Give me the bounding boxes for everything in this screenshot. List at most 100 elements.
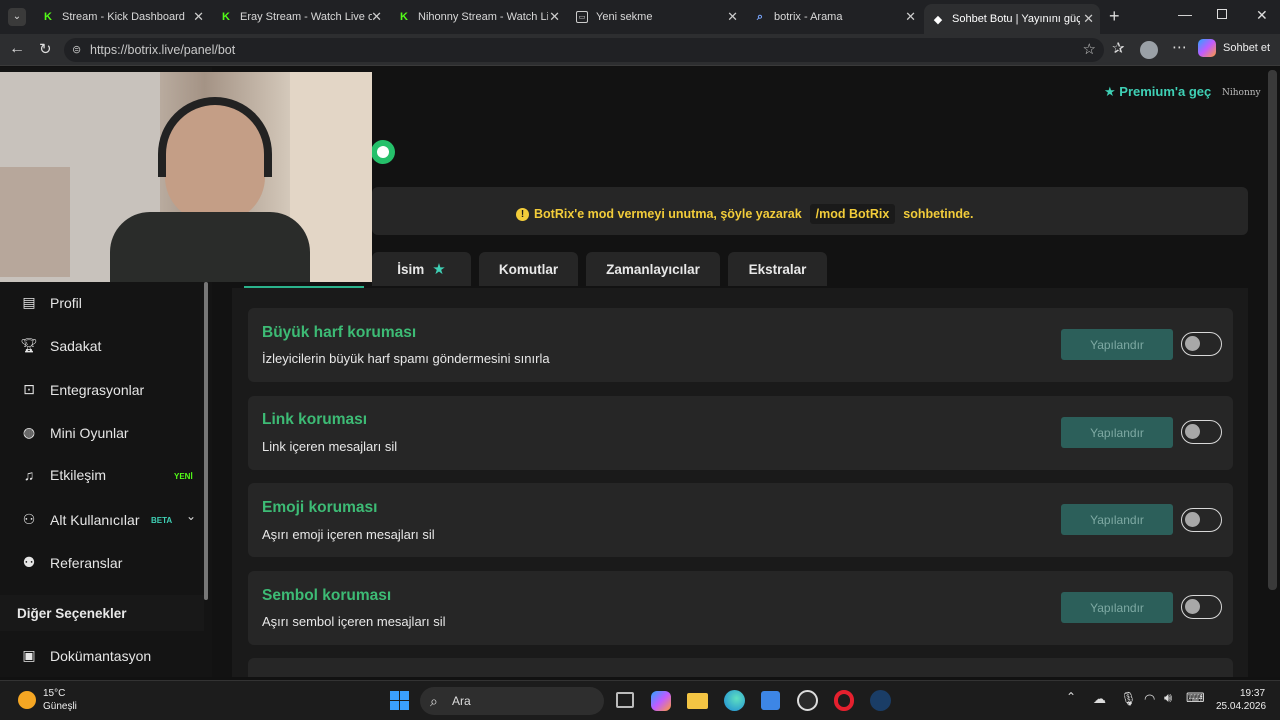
task-view-icon[interactable] (616, 692, 634, 708)
favorites-icon[interactable]: ✰ (1112, 39, 1125, 57)
browser-tab[interactable]: K Nihonny Stream - Watch Live ✕ (390, 4, 566, 30)
browser-tab[interactable]: K Stream - Kick Dashboard ✕ (34, 4, 210, 30)
configure-button[interactable]: Yapılandır (1061, 417, 1173, 448)
windows-start-icon[interactable] (390, 691, 409, 710)
toggle-knob (1185, 424, 1200, 439)
weather-temperature[interactable]: 15°C (43, 688, 65, 699)
close-tab-icon[interactable]: ✕ (905, 9, 916, 25)
sidebar-item-docs[interactable]: ▣ Dokümantasyon (20, 647, 151, 664)
protection-card-partial (248, 658, 1233, 677)
sidebar-item-integrations[interactable]: ⊡ Entegrasyonlar (20, 381, 144, 398)
toggle-knob (1185, 336, 1200, 351)
network-status-icon[interactable]: ☁ (1093, 691, 1106, 707)
tab-list-dropdown-icon[interactable]: ⌄ (8, 8, 26, 26)
search-icon: ⌕ (756, 10, 764, 23)
sidebar-item-referrals[interactable]: ⚉ Referanslar (20, 554, 123, 571)
close-tab-icon[interactable]: ✕ (549, 9, 560, 25)
taskbar-search-box[interactable]: ⌕ Ara (420, 687, 604, 715)
docs-icon: ▣ (22, 647, 36, 663)
configure-button[interactable]: Yapılandır (1061, 329, 1173, 360)
url-input[interactable]: ⊜ https://botrix.live/panel/bot ☆ (64, 38, 1104, 62)
profile-avatar-icon[interactable] (1140, 41, 1158, 59)
sidebar-item-profile[interactable]: ▤ Profil (20, 294, 82, 311)
sidebar-item-sub-users[interactable]: ⚇ Alt Kullanıcılar (20, 511, 140, 528)
configure-button[interactable]: Yapılandır (1061, 504, 1173, 535)
kick-icon: K (222, 11, 230, 23)
channel-logo[interactable]: Nihonny (1222, 88, 1261, 98)
browser-tab[interactable]: ▭ Yeni sekme ✕ (568, 4, 744, 30)
copilot-icon[interactable] (651, 691, 671, 711)
back-arrow-icon[interactable]: ← (9, 40, 25, 58)
browser-tab[interactable]: K Eray Stream - Watch Live on Kick ✕ (212, 4, 388, 30)
toggle-knob (1185, 512, 1200, 527)
mod-command-code: /mod BotRix (809, 204, 896, 224)
controller-icon[interactable]: ⌨ (1186, 690, 1205, 706)
volume-icon[interactable]: 🔊︎ (1164, 690, 1172, 706)
sidebar-section-title: Diğer Seçenekler (17, 606, 127, 621)
protection-description: İzleyicilerin büyük harf spamı göndermes… (262, 351, 550, 366)
wifi-icon[interactable]: ◠ (1144, 691, 1155, 707)
tab-commands[interactable]: Komutlar (479, 252, 578, 286)
minimize-window-icon[interactable]: — (1178, 6, 1192, 22)
sidebar-item-loyalty[interactable]: 🏆︎ Sadakat (20, 337, 101, 354)
site-info-icon[interactable]: ⊜ (72, 38, 81, 62)
chevron-down-icon[interactable]: ⌄ (186, 509, 196, 523)
plug-icon: ⊡ (23, 381, 35, 397)
weather-description[interactable]: Güneşli (43, 701, 77, 712)
tab-extras[interactable]: Ekstralar (728, 252, 827, 286)
more-menu-icon[interactable]: ⋯ (1172, 38, 1187, 56)
browser-tab-active[interactable]: ◆ Sohbet Botu | Yayınını güçlend ✕ (924, 4, 1100, 34)
sidebar-item-mini-games[interactable]: ◍ Mini Oyunlar (20, 424, 129, 441)
weather-sun-icon[interactable] (18, 691, 36, 709)
sidebar-item-interaction[interactable]: ♫ Etkileşim (20, 467, 106, 483)
users-icon: ⚇ (22, 511, 36, 527)
webcam-shelf (0, 167, 70, 277)
opera-icon[interactable] (834, 690, 854, 711)
tab-name[interactable]: İsim ★ (372, 252, 471, 286)
protection-toggle[interactable] (1181, 332, 1222, 356)
file-explorer-icon[interactable] (687, 693, 708, 709)
configure-button[interactable]: Yapılandır (1061, 592, 1173, 623)
reload-icon[interactable]: ↻ (39, 40, 52, 58)
new-tab-icon: ▭ (576, 11, 588, 23)
browser-tab-bar: ⌄ K Stream - Kick Dashboard ✕ K Eray Str… (0, 0, 1280, 34)
new-tab-plus-icon[interactable]: + (1109, 6, 1120, 27)
edge-browser-icon[interactable] (724, 690, 745, 711)
tab-timers[interactable]: Zamanlayıcılar (586, 252, 720, 286)
browser-tab[interactable]: ⌕ botrix - Arama ✕ (746, 4, 922, 30)
trophy-icon: 🏆︎ (20, 337, 38, 353)
clock-time[interactable]: 19:37 (1240, 688, 1265, 699)
close-tab-icon[interactable]: ✕ (727, 9, 738, 25)
restore-window-icon[interactable] (1217, 9, 1227, 19)
clock-date[interactable]: 25.04.2026 (1216, 701, 1266, 712)
close-window-icon[interactable]: ✕ (1256, 7, 1268, 24)
id-card-icon: ▤ (22, 294, 36, 310)
sidebar-scrollbar[interactable] (204, 282, 208, 600)
close-tab-icon[interactable]: ✕ (1083, 11, 1094, 27)
bookmark-star-icon[interactable]: ☆ (1083, 38, 1096, 62)
microphone-icon[interactable]: 🎙︎ (1120, 691, 1137, 707)
star-icon: ★ (432, 261, 446, 278)
obs-icon[interactable] (797, 690, 818, 711)
webcam-headset (158, 97, 272, 177)
copilot-button[interactable]: Sohbet et (1198, 39, 1270, 57)
toggle-knob (1185, 599, 1200, 614)
gamepad-icon: ◍ (22, 424, 36, 440)
webcam-person-body (110, 212, 310, 282)
page-scrollbar[interactable] (1268, 70, 1277, 590)
exclamation-icon: ! (516, 207, 529, 221)
mod-reminder-text: ! BotRix'e mod vermeyi unutma, şöyle yaz… (516, 204, 973, 224)
close-tab-icon[interactable]: ✕ (371, 9, 382, 25)
protection-toggle[interactable] (1181, 508, 1222, 532)
protection-toggle[interactable] (1181, 595, 1222, 619)
premium-upgrade-link[interactable]: ★ Premium'a geç (1104, 84, 1211, 100)
store-icon[interactable] (761, 691, 780, 710)
music-icon: ♫ (23, 467, 35, 483)
protection-toggle[interactable] (1181, 420, 1222, 444)
protection-title: Büyük harf koruması (262, 324, 417, 341)
steam-icon[interactable] (870, 690, 891, 711)
close-tab-icon[interactable]: ✕ (193, 9, 204, 25)
show-hidden-icons-chevron[interactable]: ⌃ (1066, 690, 1076, 704)
bot-enabled-toggle[interactable] (371, 140, 395, 164)
beta-badge: BETA (151, 516, 173, 525)
